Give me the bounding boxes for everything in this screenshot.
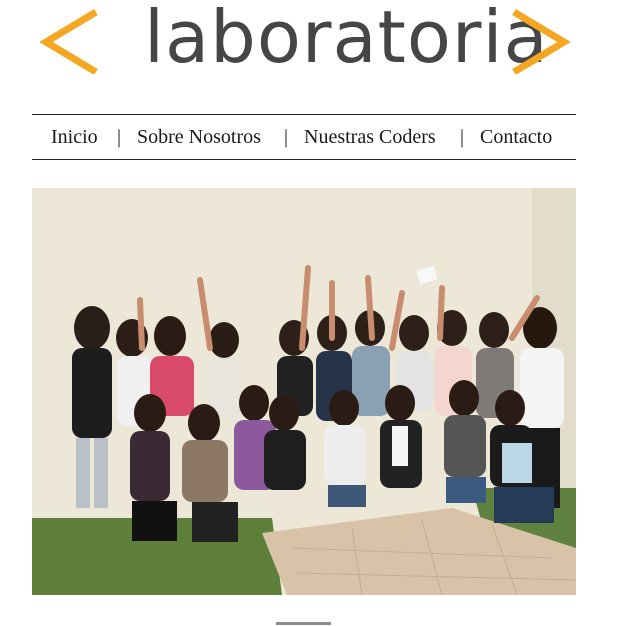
nav-separator: | — [117, 126, 122, 148]
group-photo-illustration — [32, 188, 576, 595]
logo[interactable]: laboratoria — [40, 0, 570, 84]
hero-group-photo — [32, 188, 576, 595]
slider-indicator[interactable] — [276, 622, 331, 625]
nav-separator: | — [284, 126, 289, 148]
nav-item-contacto[interactable]: Contacto — [480, 126, 552, 149]
nav-separator: | — [460, 126, 465, 148]
logo-wordmark: laboratoria — [144, 0, 549, 79]
nav-item-sobre-nosotros[interactable]: Sobre Nosotros — [137, 126, 261, 149]
right-chevron-logo-icon — [512, 8, 570, 74]
main-nav: Inicio | Sobre Nosotros | Nuestras Coder… — [32, 114, 576, 160]
left-chevron-logo-icon — [40, 8, 98, 74]
nav-item-inicio[interactable]: Inicio — [51, 126, 98, 149]
nav-item-nuestras-coders[interactable]: Nuestras Coders — [304, 126, 436, 149]
